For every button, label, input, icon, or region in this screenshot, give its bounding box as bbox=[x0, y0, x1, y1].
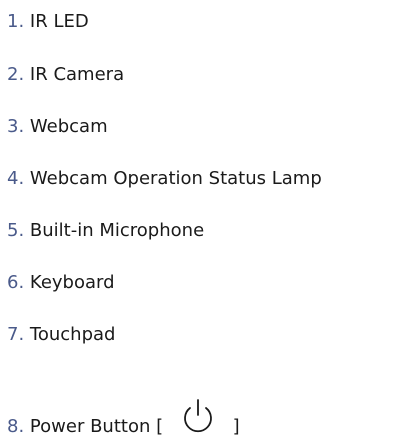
item-label: IR Camera bbox=[29, 64, 125, 85]
item-label: Touchpad bbox=[29, 324, 116, 345]
item-label: Webcam Operation Status Lamp bbox=[29, 168, 322, 189]
list-item: 5. Built-in Microphone bbox=[7, 218, 204, 244]
item-number: 7. bbox=[7, 324, 25, 345]
list-item: 3. Webcam bbox=[7, 114, 108, 140]
item-label: Webcam bbox=[29, 116, 108, 137]
item-number: 6. bbox=[7, 272, 25, 293]
item-number: 1. bbox=[7, 11, 25, 32]
item-label: IR LED bbox=[29, 11, 89, 32]
item-label: Built-in Microphone bbox=[29, 220, 205, 241]
item-number: 3. bbox=[7, 116, 25, 137]
power-icon bbox=[177, 396, 219, 438]
item-label: Power Button [ bbox=[29, 416, 164, 437]
list-item: 8. Power Button [ ] bbox=[7, 396, 240, 437]
list-item: 4. Webcam Operation Status Lamp bbox=[7, 166, 322, 192]
component-list: 1. IR LED 2. IR Camera 3. Webcam 4. Webc… bbox=[0, 0, 408, 443]
item-label: Keyboard bbox=[29, 272, 115, 293]
list-item: 6. Keyboard bbox=[7, 270, 115, 296]
list-item: 1. IR LED bbox=[7, 9, 89, 35]
item-number: 5. bbox=[7, 220, 25, 241]
item-number: 2. bbox=[7, 64, 25, 85]
item-number: 8. bbox=[7, 416, 25, 437]
list-item: 2. IR Camera bbox=[7, 62, 124, 88]
list-item: 7. Touchpad bbox=[7, 322, 115, 348]
item-suffix: ] bbox=[232, 416, 240, 437]
item-number: 4. bbox=[7, 168, 25, 189]
